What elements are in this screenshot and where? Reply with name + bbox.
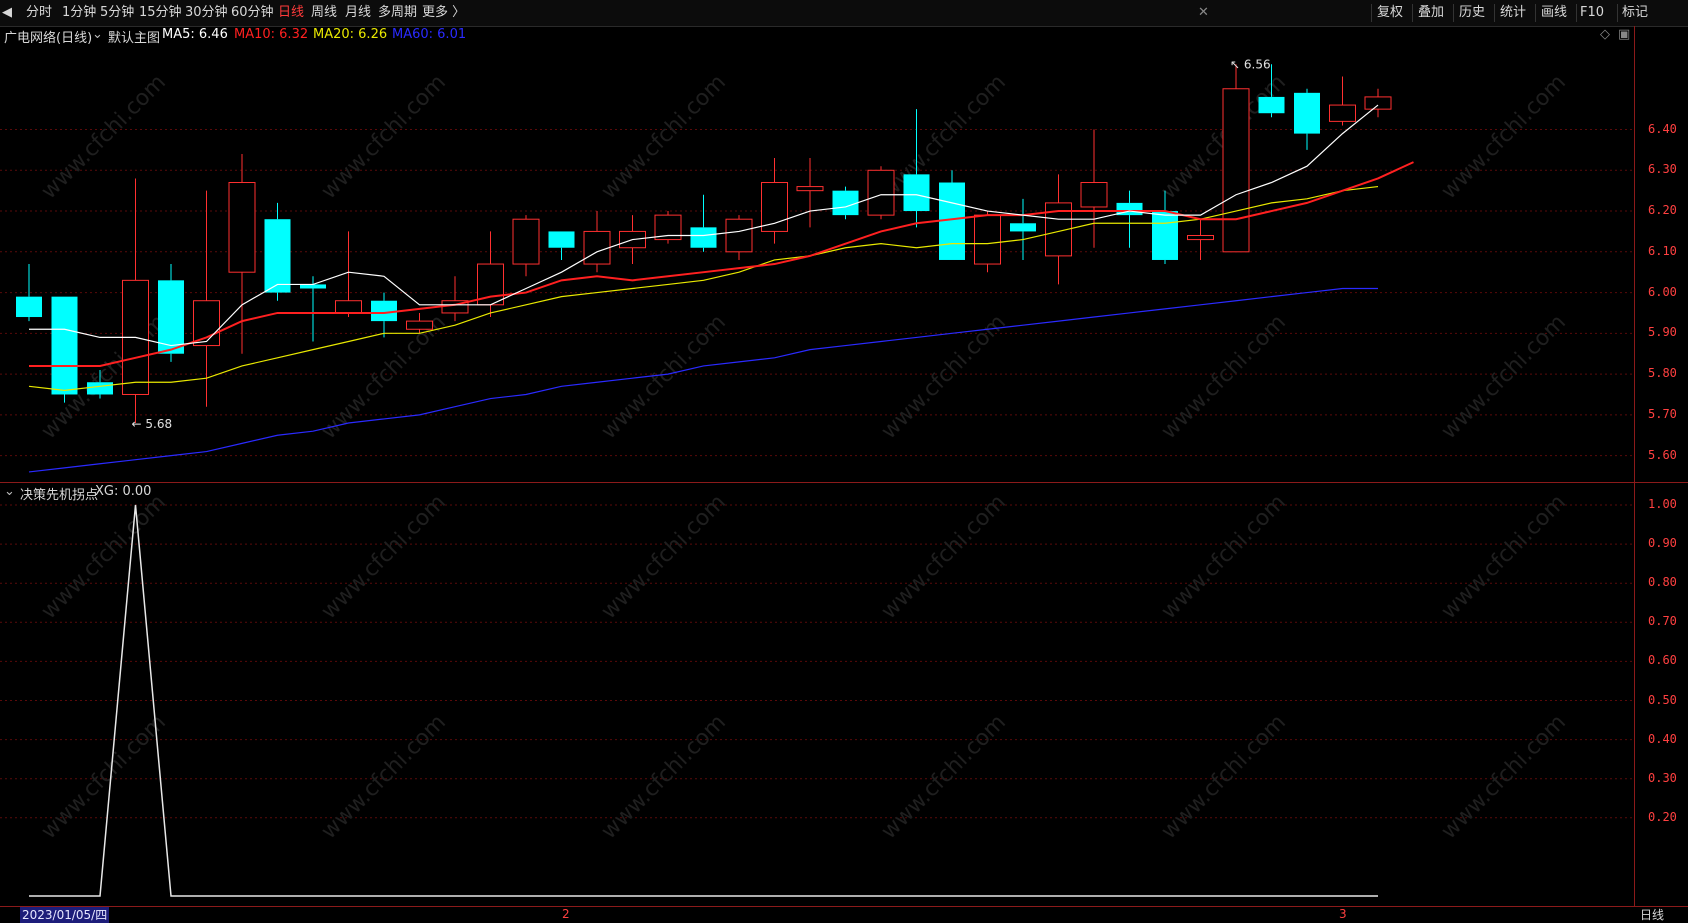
price-axis-label: 5.70	[1648, 406, 1677, 421]
indicator-axis-label: 0.30	[1648, 770, 1677, 785]
candle-body	[903, 174, 930, 212]
watermark-text: www.cfchi.com	[37, 490, 171, 624]
watermark-text: www.cfchi.com	[317, 490, 451, 624]
candle-body	[974, 214, 1001, 265]
indicator-name[interactable]: 决策先机拐点	[20, 484, 98, 503]
candle-body	[51, 296, 78, 395]
price-axis-label: 6.20	[1648, 203, 1677, 218]
indicator-axis-label: 0.40	[1648, 731, 1677, 746]
candle-body	[583, 230, 611, 265]
ma20-label: MA20: 6.26	[313, 27, 388, 42]
diamond-icon[interactable]: ◇	[1600, 27, 1610, 42]
candle-body	[1364, 96, 1392, 110]
candle-body	[193, 300, 220, 347]
window-icon[interactable]: ▣	[1618, 27, 1630, 42]
candle-body	[1080, 182, 1108, 208]
template-label[interactable]: 默认主图	[108, 27, 160, 46]
candle-body	[1187, 235, 1214, 241]
watermark-text: www.cfchi.com	[597, 490, 731, 624]
indicator-axis-label: 0.60	[1648, 653, 1677, 668]
candle-body	[406, 320, 433, 330]
ma5-label: MA5: 6.46	[162, 27, 228, 42]
watermark-text: www.cfchi.com	[1437, 710, 1571, 844]
candle-body	[1010, 223, 1036, 232]
watermark-text: www.cfchi.com	[1437, 70, 1571, 204]
stock-title: 广电网络(日线)	[4, 31, 93, 46]
watermark-text: www.cfchi.com	[1437, 310, 1571, 444]
candle-body	[867, 169, 895, 216]
ma10-label: MA10: 6.32	[234, 27, 309, 42]
watermark-text: www.cfchi.com	[1437, 490, 1571, 624]
price-chart[interactable]: www.cfchi.com www.cfchi.com www.cfchi.com w…	[0, 0, 1688, 923]
price-axis-label: 5.80	[1648, 366, 1677, 381]
watermark-text: www.cfchi.com	[317, 70, 451, 204]
candle-body	[725, 218, 753, 253]
candle-body	[335, 300, 362, 314]
indicator-axis-label: 0.20	[1648, 809, 1677, 824]
high-price-marker: ↖ 6.56	[1230, 57, 1271, 71]
ma60-label: MA60: 6.01	[392, 27, 467, 42]
candle-body	[832, 190, 859, 216]
indicator-axis-label: 0.50	[1648, 692, 1677, 707]
month-mark: 2	[562, 907, 570, 921]
watermark-text: www.cfchi.com	[1157, 310, 1291, 444]
indicator-axis-label: 1.00	[1648, 497, 1677, 511]
watermark-text: www.cfchi.com	[597, 70, 731, 204]
indicator-axis-label: 0.80	[1648, 575, 1677, 590]
indicator-axis-label: 0.70	[1648, 614, 1677, 629]
watermark-text: www.cfchi.com	[37, 710, 171, 844]
watermark-text: www.cfchi.com	[37, 70, 171, 204]
price-axis-label: 6.00	[1648, 284, 1677, 299]
watermark-text: www.cfchi.com	[877, 710, 1011, 844]
price-axis-label: 5.60	[1648, 447, 1677, 462]
price-axis-label: 6.10	[1648, 243, 1677, 258]
candle-body	[264, 219, 291, 293]
candle-body	[796, 186, 824, 192]
watermark-text: www.cfchi.com	[597, 710, 731, 844]
watermark-text: www.cfchi.com	[1157, 710, 1291, 844]
candle-body	[87, 382, 113, 395]
low-price-marker: ← 5.68	[132, 417, 173, 431]
template-dropdown-icon[interactable]: ⌄	[92, 27, 103, 42]
candle-body	[1258, 96, 1285, 114]
candle-body	[228, 182, 256, 273]
price-axis-label: 6.40	[1648, 121, 1677, 136]
candle-body	[300, 284, 326, 289]
candle-body	[1222, 88, 1250, 253]
date-cursor-label: 2023/01/05/四	[20, 907, 110, 923]
watermark-text: www.cfchi.com	[597, 310, 731, 444]
indicator-value: XG: 0.00	[95, 484, 152, 499]
candle-body	[158, 280, 184, 354]
candle-body	[512, 218, 540, 265]
candle-body	[548, 231, 575, 248]
period-label: 日线	[1640, 908, 1665, 922]
indicator-dropdown-icon[interactable]: ⌄	[4, 484, 15, 499]
watermark-text: www.cfchi.com	[1157, 490, 1291, 624]
watermark-text: www.cfchi.com	[877, 310, 1011, 444]
price-axis-label: 6.30	[1648, 162, 1677, 177]
candle-body	[1329, 104, 1356, 122]
indicator-axis-label: 0.90	[1648, 536, 1677, 551]
watermark-text: www.cfchi.com	[877, 490, 1011, 624]
month-mark: 3	[1339, 907, 1347, 921]
candle-body	[16, 296, 42, 318]
candle-body	[761, 182, 788, 232]
candle-body	[1294, 92, 1320, 134]
price-axis-label: 5.90	[1648, 325, 1677, 340]
candle-body	[690, 227, 717, 248]
watermark-text: www.cfchi.com	[317, 710, 451, 844]
candle-body	[1152, 211, 1178, 260]
